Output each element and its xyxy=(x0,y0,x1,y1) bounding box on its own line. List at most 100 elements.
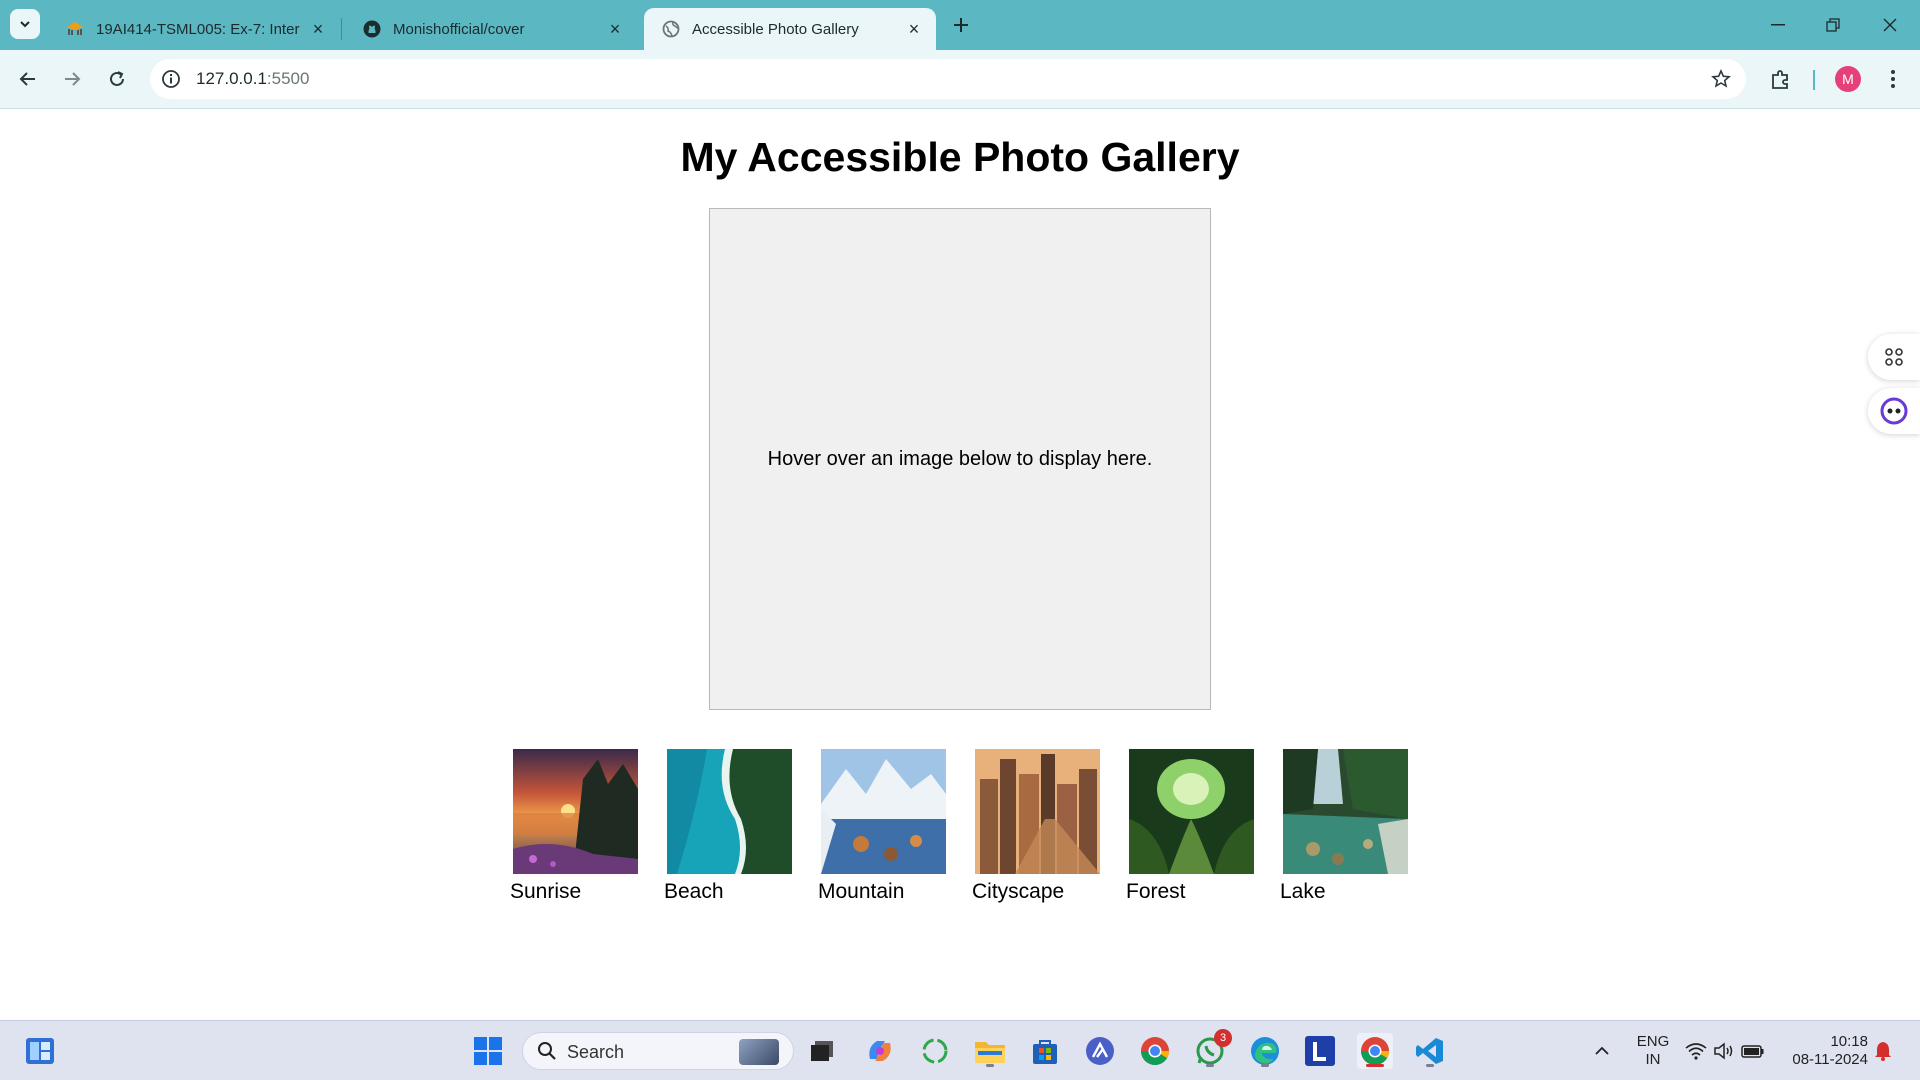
address-url[interactable]: 127.0.0.1:5500 xyxy=(196,69,309,89)
toolbar-divider xyxy=(1813,70,1815,90)
new-tab-button[interactable] xyxy=(948,12,974,38)
notification-badge: 3 xyxy=(1214,1029,1232,1047)
assistant-face-icon xyxy=(1880,397,1908,425)
edge-app[interactable] xyxy=(1247,1033,1283,1069)
address-bar[interactable]: 127.0.0.1:5500 xyxy=(150,59,1746,99)
clock-date: 08-11-2024 xyxy=(1792,1051,1868,1068)
refresh-app[interactable] xyxy=(917,1033,953,1069)
vscode-icon xyxy=(1416,1038,1443,1064)
file-explorer-app[interactable] xyxy=(972,1033,1008,1069)
store-bag-icon xyxy=(1033,1040,1057,1064)
running-indicator xyxy=(1206,1064,1214,1067)
notifications-button[interactable] xyxy=(1868,1033,1898,1069)
more-vertical-icon xyxy=(1891,70,1895,88)
l-app[interactable] xyxy=(1302,1033,1338,1069)
tab-photo-gallery[interactable]: Accessible Photo Gallery × xyxy=(644,8,936,50)
quick-settings-button[interactable] xyxy=(1680,1033,1770,1069)
chrome-app-active[interactable] xyxy=(1357,1033,1393,1069)
clock[interactable]: 10:18 08-11-2024 xyxy=(1778,1033,1868,1069)
bookmark-star-icon[interactable] xyxy=(1710,68,1732,90)
tab-course-exercise[interactable]: 19AI414-TSML005: Ex-7: Interac × xyxy=(48,8,340,50)
image-display-area: Hover over an image below to display her… xyxy=(709,208,1211,710)
search-label: Search xyxy=(567,1042,625,1062)
active-indicator xyxy=(1366,1064,1384,1067)
gallery-item-cityscape[interactable]: Cityscape xyxy=(972,749,1100,904)
vector-app[interactable] xyxy=(1082,1033,1118,1069)
back-button[interactable] xyxy=(13,64,43,94)
gallery-item-sunrise[interactable]: Sunrise xyxy=(510,749,638,904)
tab-close-icon[interactable]: × xyxy=(605,19,625,39)
assistant-widget-button[interactable] xyxy=(1868,388,1920,434)
reload-icon xyxy=(110,71,124,86)
tab-github-repo[interactable]: Monishofficial/cover × xyxy=(345,8,637,50)
github-favicon-icon xyxy=(363,20,381,38)
url-port: :5500 xyxy=(266,69,310,88)
side-panel-shortcut-button[interactable] xyxy=(1868,334,1920,380)
beach-thumbnail[interactable] xyxy=(667,749,792,874)
url-host: 127.0.0.1 xyxy=(196,69,267,88)
taskbar-search-box[interactable]: Search xyxy=(522,1032,794,1070)
widgets-button[interactable] xyxy=(22,1033,58,1069)
chrome-app[interactable] xyxy=(1137,1033,1173,1069)
restore-icon xyxy=(1826,18,1840,32)
tab-title: Monishofficial/cover xyxy=(393,20,525,38)
input-language-indicator[interactable]: ENG IN xyxy=(1628,1033,1678,1069)
close-window-button[interactable] xyxy=(1870,10,1910,40)
vscode-app[interactable] xyxy=(1412,1033,1448,1069)
thumbnail-caption: Mountain xyxy=(818,880,905,903)
windows-taskbar: Search 3 ENG IN 10:18 08-11-2024 xyxy=(0,1020,1920,1080)
copilot-app[interactable] xyxy=(862,1033,898,1069)
language-code: ENG xyxy=(1636,1033,1670,1050)
globe-favicon-icon xyxy=(662,20,680,38)
profile-avatar[interactable]: M xyxy=(1835,66,1861,92)
lake-thumbnail[interactable] xyxy=(1283,749,1408,874)
forward-button[interactable] xyxy=(57,64,87,94)
plus-icon xyxy=(954,18,968,32)
whatsapp-app[interactable]: 3 xyxy=(1192,1029,1232,1069)
sunrise-thumbnail[interactable] xyxy=(513,749,638,874)
arrow-left-icon xyxy=(19,72,35,86)
edge-icon xyxy=(1251,1037,1279,1065)
command-icon xyxy=(1885,348,1903,366)
task-view-button[interactable] xyxy=(804,1033,840,1069)
bell-icon xyxy=(1875,1042,1891,1061)
minimize-button[interactable] xyxy=(1758,10,1798,40)
browser-tab-strip: 19AI414-TSML005: Ex-7: Interac × Monisho… xyxy=(0,0,1920,50)
microsoft-store-app[interactable] xyxy=(1027,1033,1063,1069)
display-placeholder-text: Hover over an image below to display her… xyxy=(767,447,1153,470)
tab-close-icon[interactable]: × xyxy=(904,19,924,39)
region-code: IN xyxy=(1645,1051,1661,1068)
reload-button[interactable] xyxy=(102,64,132,94)
mountain-thumbnail[interactable] xyxy=(821,749,946,874)
extensions-button[interactable] xyxy=(1766,64,1796,94)
running-indicator xyxy=(1426,1064,1434,1067)
tab-search-button[interactable] xyxy=(10,9,40,39)
tab-title: Accessible Photo Gallery xyxy=(692,20,859,38)
restore-button[interactable] xyxy=(1813,10,1853,40)
browser-menu-button[interactable] xyxy=(1878,64,1908,94)
letter-l-logo-icon xyxy=(1305,1036,1335,1066)
chevron-down-icon xyxy=(20,21,30,28)
tab-close-icon[interactable]: × xyxy=(308,19,328,39)
site-info-icon[interactable] xyxy=(160,68,182,90)
page-title: My Accessible Photo Gallery xyxy=(680,134,1240,180)
browser-toolbar: 127.0.0.1:5500 M xyxy=(0,50,1920,109)
cityscape-thumbnail[interactable] xyxy=(975,749,1100,874)
search-highlight-image xyxy=(739,1039,779,1065)
arrow-right-icon xyxy=(65,72,81,86)
windows-logo-icon xyxy=(474,1037,502,1065)
start-button[interactable] xyxy=(470,1033,506,1069)
task-view-icon xyxy=(811,1041,833,1061)
forest-thumbnail[interactable] xyxy=(1129,749,1254,874)
moodle-favicon-icon xyxy=(66,20,84,38)
gallery-item-forest[interactable]: Forest xyxy=(1126,749,1254,904)
thumbnail-caption: Cityscape xyxy=(972,880,1065,903)
gallery-item-lake[interactable]: Lake xyxy=(1280,749,1408,904)
volume-icon xyxy=(1714,1042,1733,1060)
gallery-item-beach[interactable]: Beach xyxy=(664,749,792,904)
show-hidden-icons-button[interactable] xyxy=(1584,1033,1620,1069)
close-icon xyxy=(1883,18,1897,32)
gallery-item-mountain[interactable]: Mountain xyxy=(818,749,946,904)
thumbnail-gallery: Sunrise Beach Mountain Cityscape Forest … xyxy=(510,749,1410,903)
battery-icon xyxy=(1741,1045,1764,1058)
